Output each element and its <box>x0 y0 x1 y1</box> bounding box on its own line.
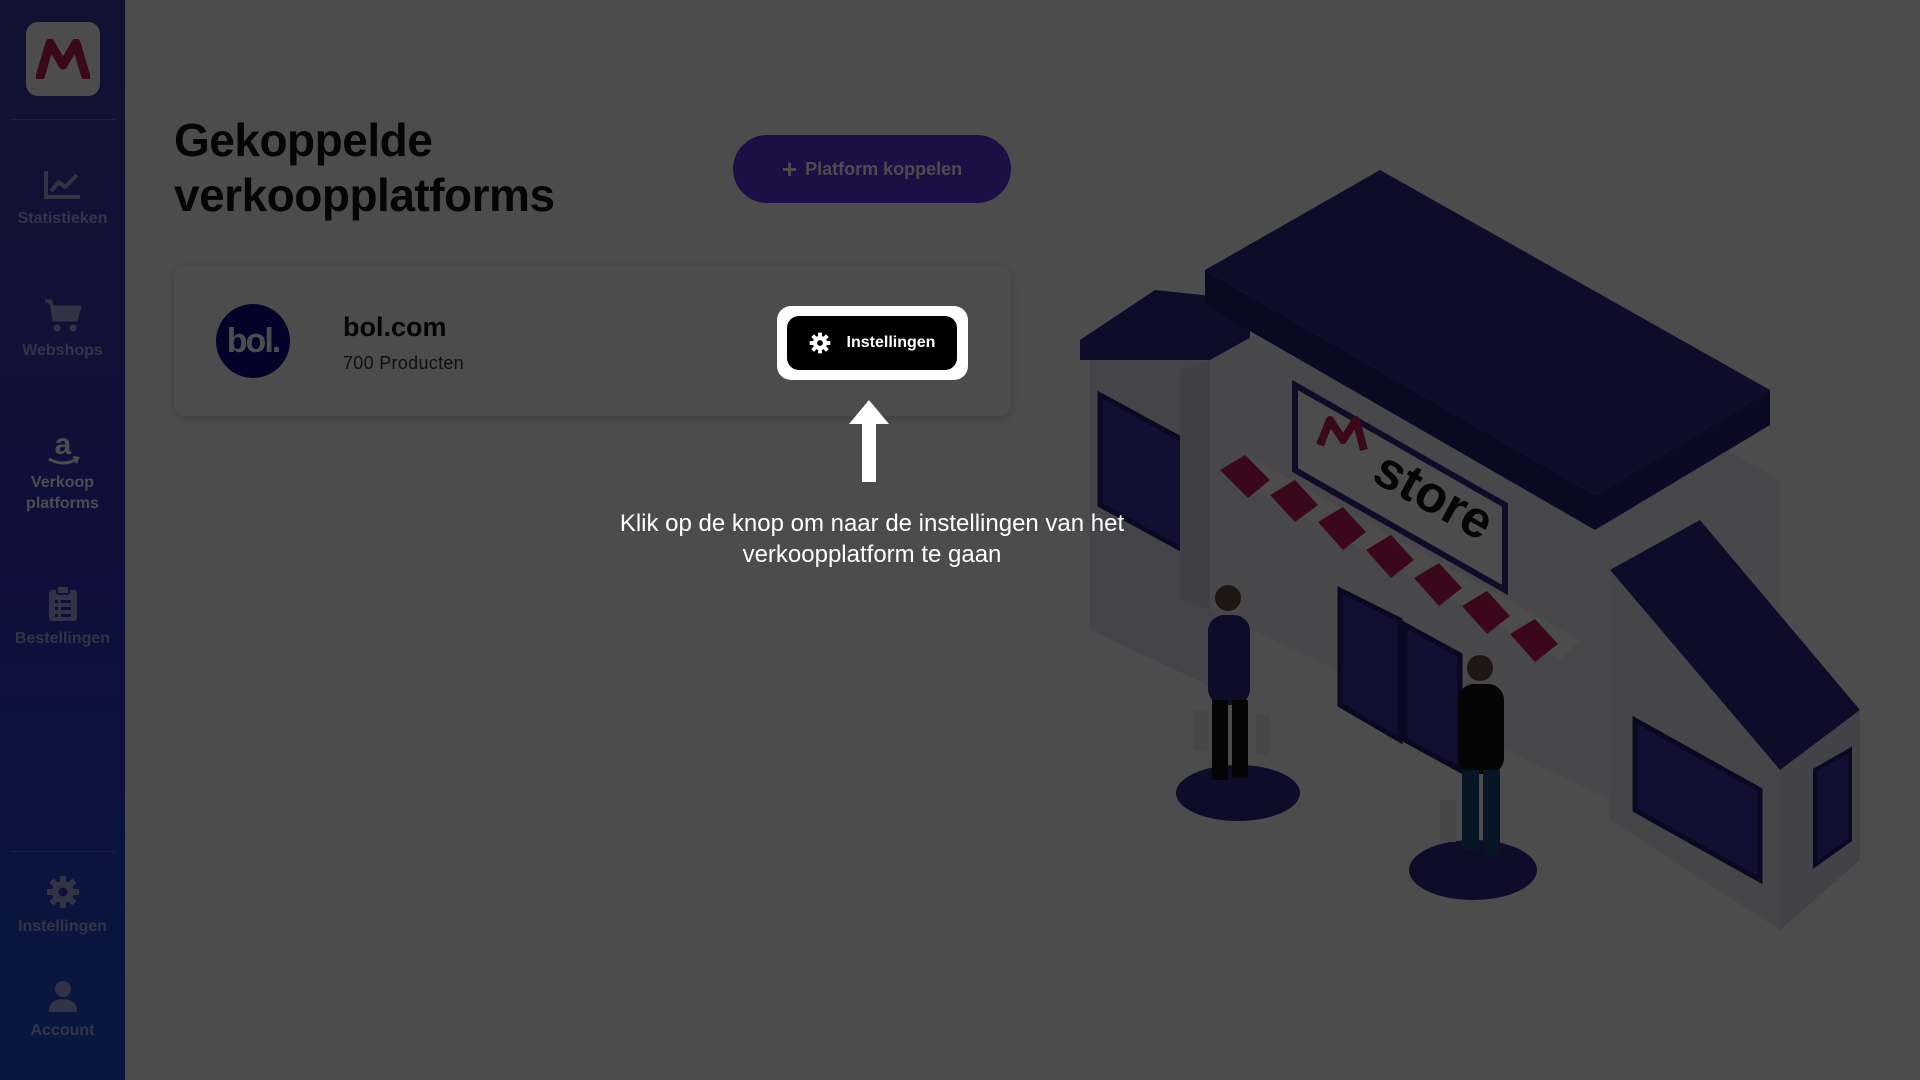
sidebar-item-statistieken[interactable]: Statistieken <box>0 164 125 229</box>
platform-product-count: 700 Producten <box>343 353 464 373</box>
bol-logo-text: bol. <box>226 321 281 360</box>
user-icon <box>43 976 83 1016</box>
svg-text:a: a <box>54 428 71 461</box>
app-logo[interactable] <box>26 22 100 96</box>
gear-icon <box>43 872 83 912</box>
instellingen-button[interactable]: Instellingen <box>787 316 957 370</box>
gear-icon <box>809 332 831 354</box>
sidebar-divider <box>10 119 116 120</box>
sidebar-divider <box>10 851 116 852</box>
bol-logo: bol. <box>216 304 290 378</box>
amazon-icon: a <box>43 428 83 468</box>
sidebar-item-label: Webshops <box>22 342 103 359</box>
instellingen-label: Instellingen <box>846 334 936 351</box>
sidebar-item-webshops[interactable]: Webshops <box>0 296 125 361</box>
clipboard-icon <box>43 584 83 624</box>
plus-icon: + <box>781 154 798 184</box>
sidebar: Statistieken Webshops a Verkoop platform… <box>0 0 125 1080</box>
sidebar-item-verkoop-platforms[interactable]: a Verkoop platforms <box>0 428 125 514</box>
platform-koppelen-button[interactable]: + Platform koppelen <box>733 135 1011 203</box>
sidebar-item-instellingen[interactable]: Instellingen <box>0 872 125 937</box>
chart-icon <box>43 164 83 204</box>
sidebar-item-bestellingen[interactable]: Bestellingen <box>0 584 125 649</box>
sidebar-item-label: Statistieken <box>17 210 108 227</box>
platform-name: bol.com <box>343 312 447 342</box>
sidebar-item-label: Account <box>30 1022 95 1039</box>
logo-m-icon <box>36 39 90 79</box>
sidebar-item-label: Verkoop platforms <box>26 474 99 512</box>
arrow-up-icon <box>849 400 889 482</box>
sidebar-item-account[interactable]: Account <box>0 976 125 1041</box>
sidebar-item-label: Instellingen <box>18 918 107 935</box>
platform-koppelen-label: Platform koppelen <box>805 158 963 179</box>
store-illustration: store <box>1080 170 1860 930</box>
page-title: Gekoppelde verkoopplatforms <box>174 114 555 221</box>
tutorial-hint: Klik op de knop om naar de instellingen … <box>619 510 1125 568</box>
cart-icon <box>43 296 83 336</box>
sidebar-item-label: Bestellingen <box>14 630 111 647</box>
